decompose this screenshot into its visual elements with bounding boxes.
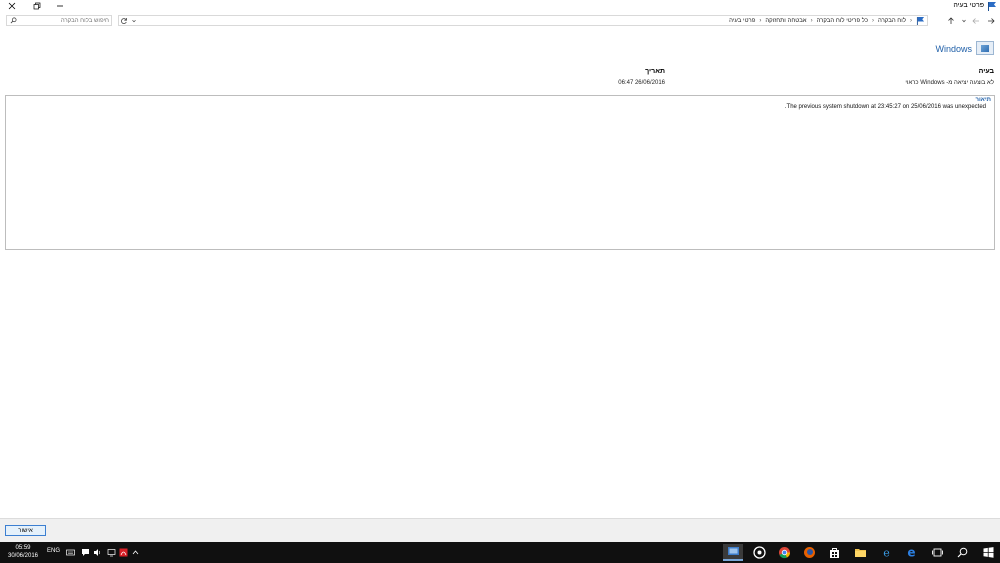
control-panel-icon xyxy=(727,547,739,555)
search-icon xyxy=(10,17,17,24)
internet-explorer-icon: e xyxy=(883,547,890,560)
back-button[interactable] xyxy=(986,15,996,26)
speaker-icon xyxy=(93,548,100,556)
input-language[interactable]: ENG xyxy=(47,548,60,554)
search-icon xyxy=(957,547,967,558)
keyboard-tray-icon[interactable] xyxy=(65,547,75,557)
volume-tray-icon[interactable] xyxy=(92,547,102,557)
breadcrumb-control-panel[interactable]: לוח הבקרה xyxy=(876,18,908,24)
breadcrumb-all-items[interactable]: כל פריטי לוח הבקרה xyxy=(815,18,870,24)
taskbar-app-edge[interactable]: e xyxy=(901,544,921,561)
restore-button[interactable] xyxy=(25,0,49,12)
store-icon xyxy=(829,548,839,558)
svg-text:e: e xyxy=(907,546,915,559)
notifications-tray-icon[interactable] xyxy=(80,547,90,557)
up-button[interactable] xyxy=(946,15,956,26)
refresh-icon[interactable] xyxy=(120,17,128,25)
address-bar[interactable]: › לוח הבקרה › כל פריטי לוח הבקרה › אבטחה… xyxy=(118,15,928,26)
close-button[interactable] xyxy=(0,0,24,12)
taskbar-app-store[interactable] xyxy=(824,544,844,561)
taskbar-app-media-player[interactable] xyxy=(749,544,769,561)
arrow-right-icon xyxy=(988,17,995,24)
search-input[interactable] xyxy=(19,16,109,25)
close-icon xyxy=(8,2,16,10)
date-value: 26/06/2016 06:47 xyxy=(618,80,665,86)
pdf-tray-icon[interactable] xyxy=(118,547,128,557)
window-title: פרטי בעיה xyxy=(953,2,984,9)
monitor-icon xyxy=(107,548,115,556)
task-view-icon xyxy=(931,548,943,557)
firefox-icon xyxy=(803,547,815,558)
recent-locations-button[interactable] xyxy=(959,15,969,26)
navigation-bar: › לוח הבקרה › כל פריטי לוח הבקרה › אבטחה… xyxy=(0,14,1000,28)
chevron-down-icon xyxy=(962,19,966,22)
title-bar: פרטי בעיה xyxy=(0,0,1000,13)
breadcrumb-security-maintenance[interactable]: אבטחה ותחזוקה xyxy=(763,18,808,24)
windows-logo-label: Windows xyxy=(935,44,972,54)
clock[interactable]: 05:59 30/06/2016 xyxy=(4,544,42,560)
taskbar-app-firefox[interactable] xyxy=(799,544,819,561)
problem-heading: בעיה xyxy=(978,68,994,75)
description-text: The previous system shutdown at 23:45:27… xyxy=(784,104,986,110)
restore-icon xyxy=(33,2,41,10)
windows-start-icon xyxy=(983,547,993,558)
taskbar-app-internet-explorer[interactable]: e xyxy=(876,544,896,561)
forward-button[interactable] xyxy=(971,15,981,26)
minimize-icon xyxy=(57,5,63,7)
search-box[interactable] xyxy=(6,15,112,26)
keyboard-icon xyxy=(65,549,75,555)
taskbar-app-control-panel[interactable] xyxy=(723,544,743,561)
clock-time: 05:59 xyxy=(15,545,31,551)
description-heading: תיאור xyxy=(975,97,991,103)
taskbar-app-chrome[interactable] xyxy=(774,544,794,561)
minimize-button[interactable] xyxy=(48,0,72,12)
start-button[interactable] xyxy=(978,544,998,561)
breadcrumb-separator: › xyxy=(910,18,912,24)
task-view-button[interactable] xyxy=(927,544,947,561)
message-icon xyxy=(81,548,89,556)
show-hidden-icons-button[interactable] xyxy=(130,547,140,557)
description-panel: תיאור The previous system shutdown at 23… xyxy=(5,95,995,250)
edge-icon: e xyxy=(907,546,915,559)
windows-logo-icon xyxy=(976,41,994,55)
taskbar: 05:59 30/06/2016 ENG e e xyxy=(0,542,1000,563)
breadcrumb: › לוח הבקרה › כל פריטי לוח הבקרה › אבטחה… xyxy=(727,16,925,26)
arrow-left-icon xyxy=(972,17,979,24)
taskbar-search-button[interactable] xyxy=(952,544,972,561)
ok-button[interactable]: אישור xyxy=(5,525,46,536)
file-explorer-icon xyxy=(854,549,866,557)
command-bar: אישור xyxy=(0,518,1000,543)
chevron-up-icon xyxy=(132,549,138,554)
arrow-up-icon xyxy=(948,16,954,24)
chrome-icon xyxy=(778,547,790,559)
media-player-icon xyxy=(752,546,766,559)
svg-text:e: e xyxy=(883,547,890,560)
flag-icon xyxy=(916,17,925,25)
taskbar-app-file-explorer[interactable] xyxy=(850,544,870,561)
acrobat-icon xyxy=(119,548,127,556)
chevron-down-icon[interactable] xyxy=(131,18,137,24)
clock-date: 30/06/2016 xyxy=(7,553,39,559)
network-tray-icon[interactable] xyxy=(106,547,116,557)
breadcrumb-problem-details[interactable]: פרטי בעיה xyxy=(727,18,757,24)
problem-value: לא בוצעה יציאה מ- Windows כראוי xyxy=(905,80,994,86)
flag-icon xyxy=(988,2,996,11)
date-heading: תאריך xyxy=(645,68,665,75)
